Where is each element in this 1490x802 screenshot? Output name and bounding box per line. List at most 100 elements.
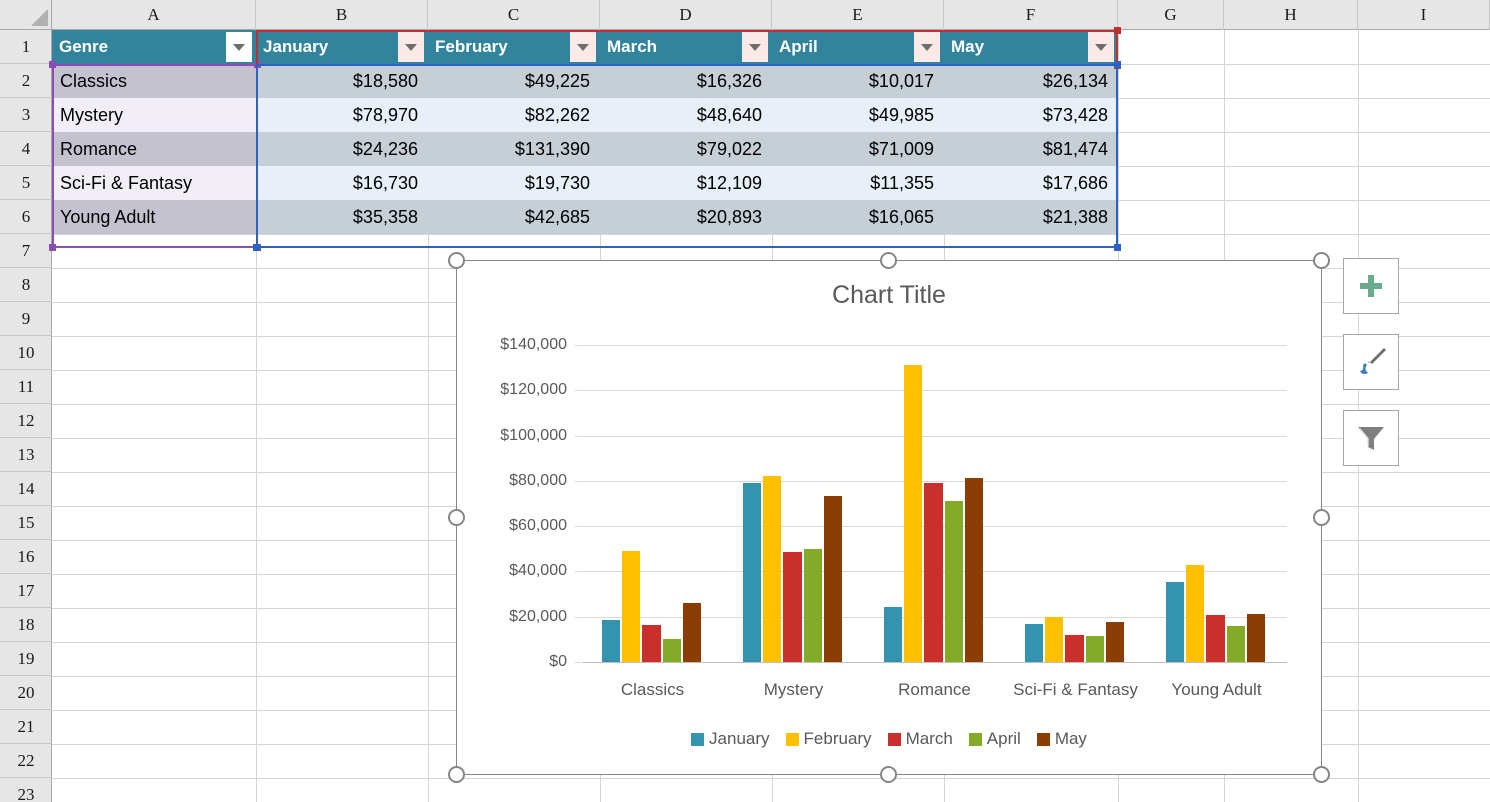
row-header-16[interactable]: 16 [0,540,52,574]
row-header-18[interactable]: 18 [0,608,52,642]
chart-bar[interactable] [1025,624,1043,662]
chart-bar[interactable] [763,476,781,662]
column-header-a[interactable]: A [52,0,256,30]
row-header-19[interactable]: 19 [0,642,52,676]
table-cell-value[interactable]: $20,893 [600,200,772,234]
table-cell-value[interactable]: $49,225 [428,64,600,98]
table-cell-value[interactable]: $17,686 [944,166,1118,200]
row-header-8[interactable]: 8 [0,268,52,302]
chart-bar[interactable] [804,549,822,662]
chart-bar[interactable] [1106,622,1124,662]
table-cell-value[interactable]: $71,009 [772,132,944,166]
filter-button-march[interactable] [742,32,768,62]
column-header-h[interactable]: H [1224,0,1358,30]
table-cell-value[interactable]: $73,428 [944,98,1118,132]
table-cell-value[interactable]: $82,262 [428,98,600,132]
column-header-c[interactable]: C [428,0,600,30]
legend-item[interactable]: January [691,729,769,749]
row-header-20[interactable]: 20 [0,676,52,710]
chart-handle-middle-left[interactable] [448,509,465,526]
chart-styles-button[interactable] [1343,334,1399,390]
row-header-15[interactable]: 15 [0,506,52,540]
table-cell-genre[interactable]: Young Adult [52,200,256,234]
filter-button-genre[interactable] [226,32,252,62]
legend-item[interactable]: February [786,729,872,749]
legend-item[interactable]: March [888,729,953,749]
legend-item[interactable]: May [1037,729,1087,749]
table-cell-value[interactable]: $21,388 [944,200,1118,234]
row-header-10[interactable]: 10 [0,336,52,370]
legend-item[interactable]: April [969,729,1021,749]
table-cell-value[interactable]: $19,730 [428,166,600,200]
chart-legend[interactable]: January February March April May [457,729,1321,749]
row-header-4[interactable]: 4 [0,132,52,166]
row-header-14[interactable]: 14 [0,472,52,506]
table-cell-value[interactable]: $78,970 [256,98,428,132]
table-cell-value[interactable]: $10,017 [772,64,944,98]
table-cell-value[interactable]: $16,326 [600,64,772,98]
chart-handle-middle-right[interactable] [1313,509,1330,526]
chart-handle-bottom-right[interactable] [1313,766,1330,783]
row-header-2[interactable]: 2 [0,64,52,98]
row-header-22[interactable]: 22 [0,744,52,778]
table-cell-value[interactable]: $26,134 [944,64,1118,98]
chart-bar[interactable] [965,478,983,662]
select-all-button[interactable] [0,0,52,30]
filter-button-april[interactable] [914,32,940,62]
column-header-e[interactable]: E [772,0,944,30]
row-header-11[interactable]: 11 [0,370,52,404]
row-header-3[interactable]: 3 [0,98,52,132]
table-cell-value[interactable]: $49,985 [772,98,944,132]
table-cell-value[interactable]: $16,730 [256,166,428,200]
chart-handle-top-center[interactable] [880,252,897,269]
table-cell-genre[interactable]: Classics [52,64,256,98]
chart-bar[interactable] [683,603,701,662]
row-header-12[interactable]: 12 [0,404,52,438]
chart-bar[interactable] [783,552,801,662]
chart-bar[interactable] [663,639,681,662]
chart-bar[interactable] [1166,582,1184,662]
chart-handle-bottom-center[interactable] [880,766,897,783]
chart-bar[interactable] [924,483,942,662]
row-header-13[interactable]: 13 [0,438,52,472]
row-header-23[interactable]: 23 [0,778,52,802]
chart-handle-bottom-left[interactable] [448,766,465,783]
chart-bar[interactable] [1186,565,1204,662]
table-cell-genre[interactable]: Sci-Fi & Fantasy [52,166,256,200]
chart-elements-button[interactable] [1343,258,1399,314]
table-cell-value[interactable]: $24,236 [256,132,428,166]
table-cell-value[interactable]: $12,109 [600,166,772,200]
table-cell-genre[interactable]: Mystery [52,98,256,132]
chart-bar[interactable] [622,551,640,662]
row-header-7[interactable]: 7 [0,234,52,268]
chart-filters-button[interactable] [1343,410,1399,466]
table-cell-genre[interactable]: Romance [52,132,256,166]
table-cell-value[interactable]: $79,022 [600,132,772,166]
chart-bar[interactable] [1206,615,1224,662]
row-header-9[interactable]: 9 [0,302,52,336]
row-header-17[interactable]: 17 [0,574,52,608]
chart-object[interactable]: Chart Title $0$20,000$40,000$60,000$80,0… [456,260,1322,775]
table-cell-value[interactable]: $42,685 [428,200,600,234]
row-header-5[interactable]: 5 [0,166,52,200]
chart-bar[interactable] [642,625,660,662]
table-cell-value[interactable]: $48,640 [600,98,772,132]
column-header-f[interactable]: F [944,0,1118,30]
filter-button-january[interactable] [398,32,424,62]
filter-button-may[interactable] [1088,32,1114,62]
row-header-1[interactable]: 1 [0,30,52,64]
row-header-21[interactable]: 21 [0,710,52,744]
column-header-d[interactable]: D [600,0,772,30]
table-cell-value[interactable]: $16,065 [772,200,944,234]
column-header-g[interactable]: G [1118,0,1224,30]
table-cell-value[interactable]: $35,358 [256,200,428,234]
chart-bar[interactable] [884,607,902,662]
chart-bar[interactable] [1045,617,1063,662]
chart-bar[interactable] [1227,626,1245,662]
chart-bar[interactable] [602,620,620,662]
chart-handle-top-left[interactable] [448,252,465,269]
chart-bar[interactable] [1065,635,1083,662]
chart-bar[interactable] [945,501,963,662]
chart-handle-top-right[interactable] [1313,252,1330,269]
row-header-6[interactable]: 6 [0,200,52,234]
